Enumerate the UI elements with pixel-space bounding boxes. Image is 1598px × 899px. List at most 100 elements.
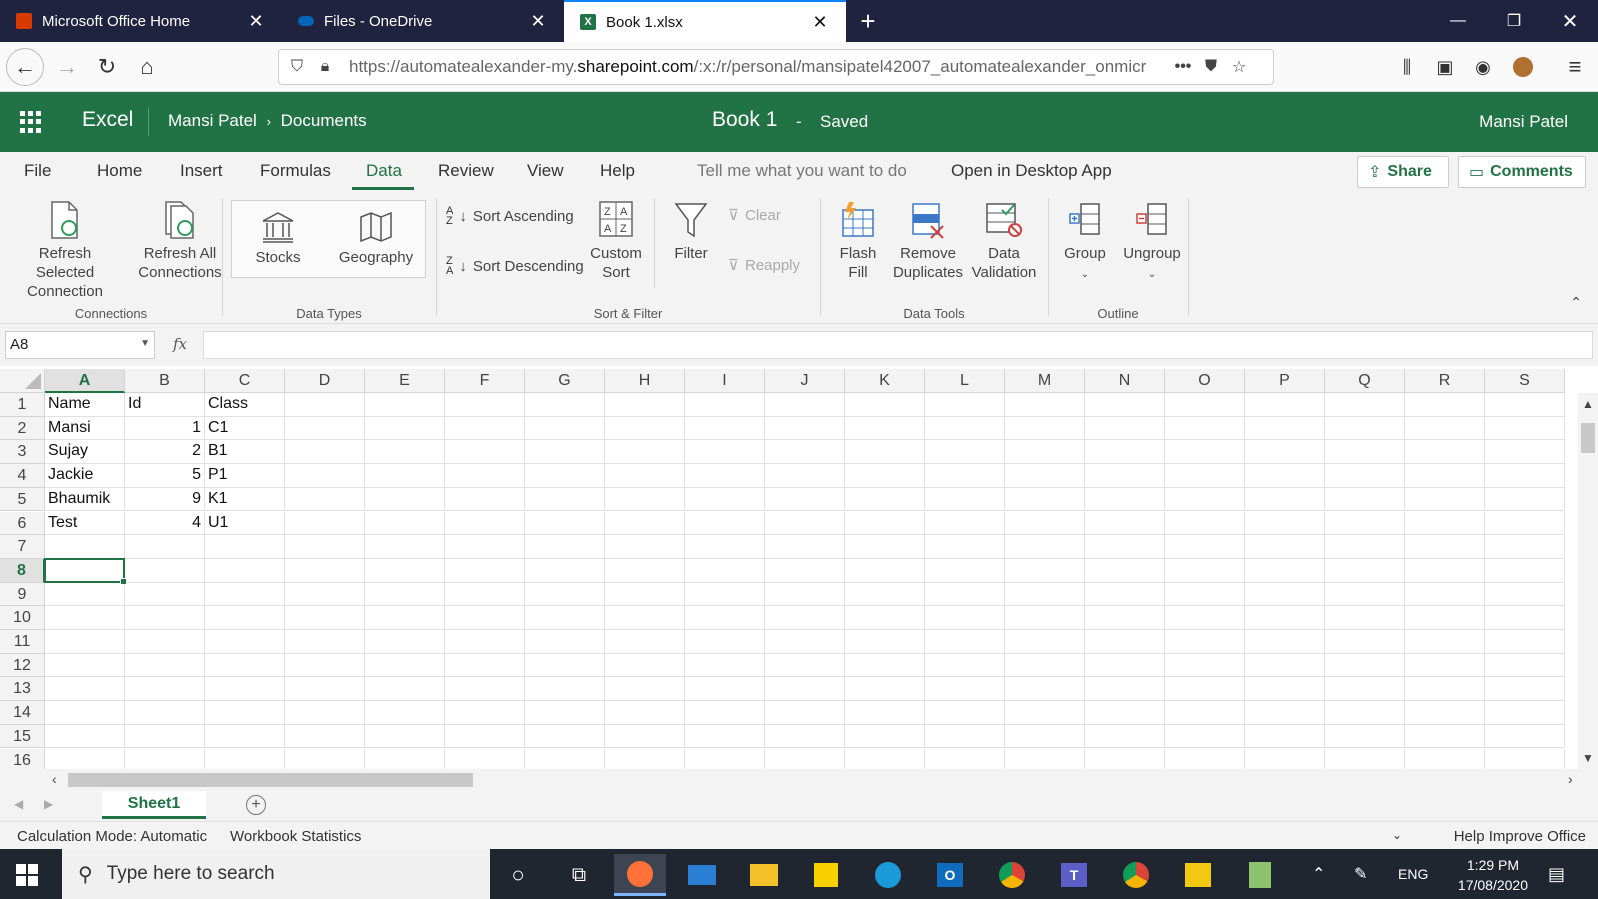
cell-r15[interactable] (1405, 724, 1485, 749)
refresh-selected-connection-button[interactable]: Refresh Selected Connection (8, 200, 122, 301)
cell-m16[interactable] (1005, 748, 1085, 769)
cell-f3[interactable] (445, 440, 525, 465)
cell-d8[interactable] (285, 558, 365, 583)
collapse-ribbon-icon[interactable]: ⌃ (1570, 294, 1582, 311)
cell-r12[interactable] (1405, 653, 1485, 678)
cell-g1[interactable] (525, 393, 605, 417)
row-header-1[interactable]: 1 (0, 393, 45, 417)
cell-o1[interactable] (1165, 393, 1245, 417)
cell-r1[interactable] (1405, 393, 1485, 417)
cell-c3[interactable]: B1 (205, 440, 285, 465)
restore-icon[interactable]: ❐ (1486, 0, 1542, 42)
cell-g16[interactable] (525, 748, 605, 769)
cell-q2[interactable] (1325, 416, 1405, 441)
tell-me-search[interactable]: Tell me what you want to do (697, 161, 907, 181)
cell-o3[interactable] (1165, 440, 1245, 465)
clear-filter-button[interactable]: ⊽ Clear (728, 206, 781, 225)
cell-l13[interactable] (925, 677, 1005, 702)
cell-f9[interactable] (445, 582, 525, 607)
cell-j7[interactable] (765, 535, 845, 559)
row-header-2[interactable]: 2 (0, 416, 45, 441)
cell-b8[interactable] (125, 558, 205, 583)
cell-j11[interactable] (765, 630, 845, 654)
cell-n11[interactable] (1085, 630, 1165, 654)
cell-j3[interactable] (765, 440, 845, 465)
cell-f16[interactable] (445, 748, 525, 769)
cell-n1[interactable] (1085, 393, 1165, 417)
notepad-icon[interactable] (1234, 854, 1286, 896)
row-header-14[interactable]: 14 (0, 701, 45, 725)
cell-b1[interactable]: Id (125, 393, 205, 417)
cell-b13[interactable] (125, 677, 205, 702)
menu-icon[interactable]: ≡ (1556, 48, 1594, 86)
cell-a15[interactable] (45, 724, 125, 749)
column-header-d[interactable]: D (285, 369, 365, 393)
cell-b16[interactable] (125, 748, 205, 769)
column-header-q[interactable]: Q (1325, 369, 1405, 393)
cell-a6[interactable]: Test (45, 511, 125, 536)
cell-l2[interactable] (925, 416, 1005, 441)
cell-b6[interactable]: 4 (125, 511, 205, 536)
cell-s13[interactable] (1485, 677, 1565, 702)
column-header-j[interactable]: J (765, 369, 845, 393)
cell-a2[interactable]: Mansi (45, 416, 125, 441)
column-header-p[interactable]: P (1245, 369, 1325, 393)
row-header-8[interactable]: 8 (0, 558, 45, 583)
tab-data[interactable]: Data (366, 161, 402, 181)
cell-d5[interactable] (285, 487, 365, 512)
cell-h14[interactable] (605, 701, 685, 725)
cell-a11[interactable] (45, 630, 125, 654)
tab-help[interactable]: Help (600, 161, 635, 181)
cell-q7[interactable] (1325, 535, 1405, 559)
cell-p10[interactable] (1245, 606, 1325, 630)
cell-p5[interactable] (1245, 487, 1325, 512)
row-header-11[interactable]: 11 (0, 630, 45, 654)
cell-c16[interactable] (205, 748, 285, 769)
minimize-icon[interactable]: — (1430, 0, 1486, 42)
shield-icon[interactable]: ⛉ (283, 58, 311, 76)
cell-c7[interactable] (205, 535, 285, 559)
prev-sheet-icon[interactable]: ◀ (14, 797, 23, 811)
column-header-n[interactable]: N (1085, 369, 1165, 393)
cell-h12[interactable] (605, 653, 685, 678)
cell-q6[interactable] (1325, 511, 1405, 536)
lock-icon[interactable]: 🔒︎ (311, 58, 339, 76)
cell-s6[interactable] (1485, 511, 1565, 536)
cell-f12[interactable] (445, 653, 525, 678)
cell-q4[interactable] (1325, 464, 1405, 488)
cell-j4[interactable] (765, 464, 845, 488)
cell-h7[interactable] (605, 535, 685, 559)
tab-microsoft-office-home[interactable]: Microsoft Office Home ✕ (0, 0, 282, 42)
cell-d1[interactable] (285, 393, 365, 417)
taskbar-clock[interactable]: 1:29 PM 17/08/2020 (1458, 855, 1528, 895)
cell-b4[interactable]: 5 (125, 464, 205, 488)
cell-h15[interactable] (605, 724, 685, 749)
refresh-all-connections-button[interactable]: Refresh All Connections (126, 200, 234, 282)
cell-c10[interactable] (205, 606, 285, 630)
cell-e10[interactable] (365, 606, 445, 630)
horizontal-scrollbar[interactable]: ‹ › (0, 769, 1598, 791)
row-header-6[interactable]: 6 (0, 511, 45, 536)
cell-l1[interactable] (925, 393, 1005, 417)
cell-d6[interactable] (285, 511, 365, 536)
library-icon[interactable]: ⫼ (1388, 48, 1426, 86)
pen-icon[interactable]: ✎ (1354, 864, 1367, 884)
cell-p7[interactable] (1245, 535, 1325, 559)
teams-icon[interactable]: T (1048, 854, 1100, 896)
cell-g8[interactable] (525, 558, 605, 583)
account-icon[interactable]: ◉ (1464, 48, 1502, 86)
scroll-right-icon[interactable]: › (1568, 771, 1573, 787)
cell-s7[interactable] (1485, 535, 1565, 559)
chrome-icon[interactable] (986, 854, 1038, 896)
cell-b11[interactable] (125, 630, 205, 654)
cell-s4[interactable] (1485, 464, 1565, 488)
more-actions-icon[interactable]: ••• (1169, 58, 1197, 76)
cell-d13[interactable] (285, 677, 365, 702)
bookmark-star-icon[interactable]: ☆ (1225, 57, 1253, 77)
cell-i2[interactable] (685, 416, 765, 441)
cell-p15[interactable] (1245, 724, 1325, 749)
cell-d9[interactable] (285, 582, 365, 607)
reload-icon[interactable]: ↻ (88, 48, 126, 86)
row-header-5[interactable]: 5 (0, 487, 45, 512)
cell-l9[interactable] (925, 582, 1005, 607)
